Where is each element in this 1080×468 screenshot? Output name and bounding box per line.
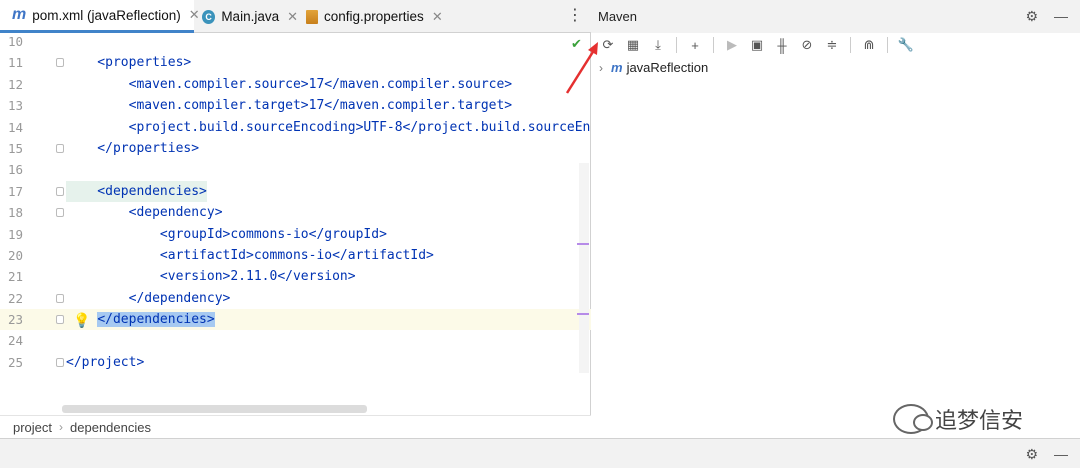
annotation-arrow [565, 42, 598, 94]
arrow-shaft [565, 46, 598, 94]
ide-window: m pom.xml (javaReflection) ✕ C Main.java… [0, 0, 1080, 468]
